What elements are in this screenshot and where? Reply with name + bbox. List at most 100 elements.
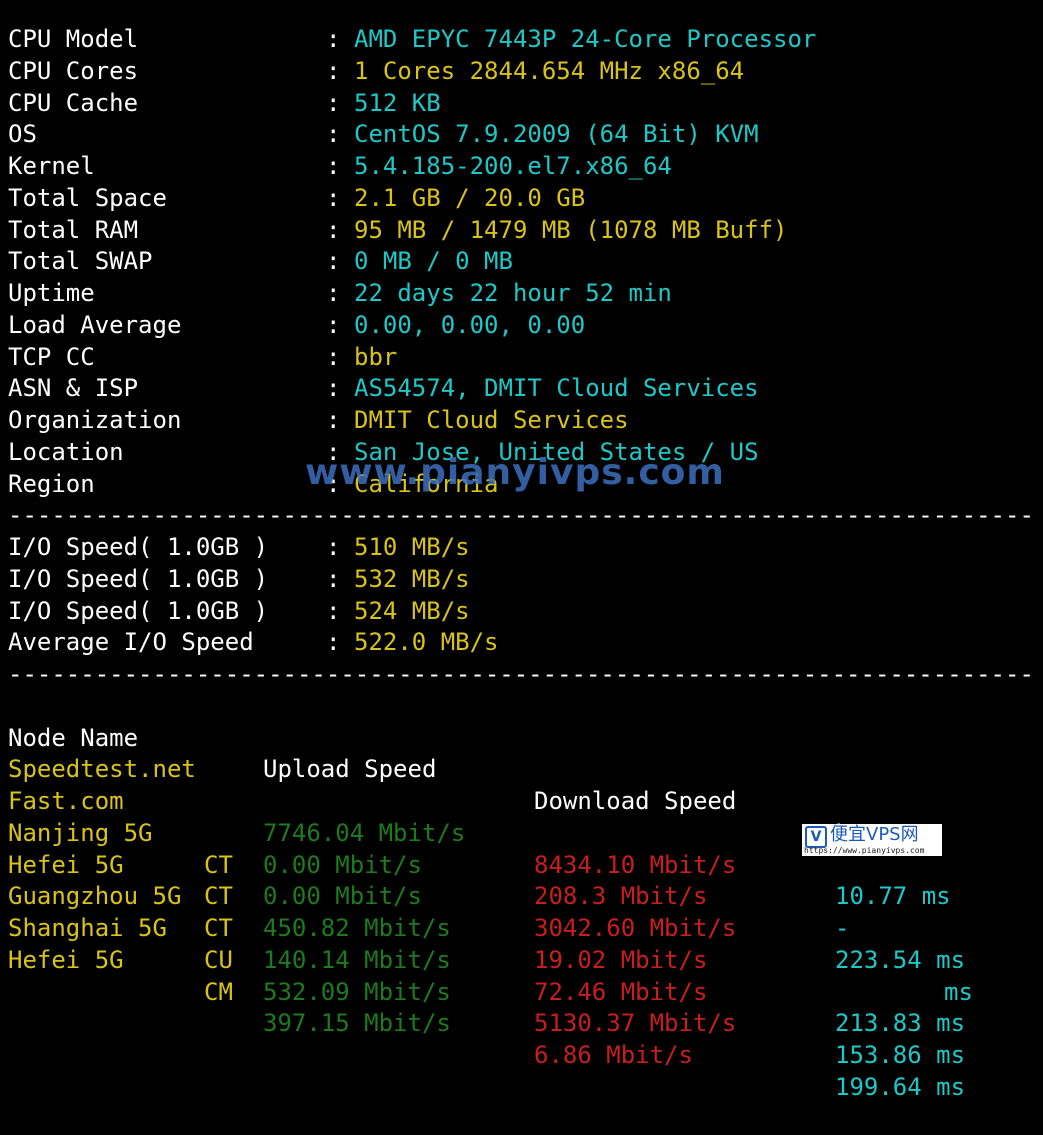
info-row-load-average: Load Average:0.00, 0.00, 0.00 <box>8 310 1038 342</box>
upload-speed: 140.14 Mbit/s <box>263 945 451 974</box>
speedtest-header-row: Node Name Upload Speed Download Speed La… <box>8 691 1038 847</box>
upload-speed: 397.15 Mbit/s <box>263 1009 451 1038</box>
table-row: Speedtest.net 7746.04 Mbit/s 8434.10 Mbi… <box>8 723 1038 910</box>
info-colon: : <box>326 310 341 339</box>
info-label: Load Average <box>8 310 182 339</box>
info-value: 1 Cores 2844.654 MHz x86_64 <box>354 56 745 85</box>
info-label: Total SWAP <box>8 247 153 276</box>
separator-line: ----------------------------------------… <box>8 660 1038 688</box>
download-speed: 5130.37 Mbit/s <box>534 1009 737 1038</box>
info-value: bbr <box>354 342 398 371</box>
info-value: CentOS 7.9.2009 (64 Bit) KVM <box>354 120 759 149</box>
info-row-tcp-cc: TCP CC: bbr <box>8 342 1038 374</box>
download-speed: 19.02 Mbit/s <box>534 945 708 974</box>
info-row-organization: Organization: DMIT Cloud Services <box>8 405 1038 437</box>
info-row-asn-isp: ASN & ISP: AS54574, DMIT Cloud Services <box>8 373 1038 405</box>
info-row-total-ram: Total RAM:95 MB / 1479 MB (1078 MB Buff) <box>8 215 1038 247</box>
node-tag: CU <box>204 945 233 974</box>
table-row: Fast.com 0.00 Mbit/s 208.3 Mbit/s - <box>8 754 1038 942</box>
info-value: 0 MB / 0 MB <box>354 247 513 276</box>
info-row-cpu-model: CPU Model: AMD EPYC 7443P 24-Core Process… <box>8 24 1038 56</box>
node-tag: CM <box>204 977 233 1006</box>
v-logo-icon: V <box>805 826 827 848</box>
info-value: 0.00, 0.00, 0.00 <box>354 310 586 339</box>
io-colon: : <box>326 596 341 625</box>
badge-site-name: 便宜VPS网 <box>830 824 919 845</box>
upload-speed: 532.09 Mbit/s <box>263 977 451 1006</box>
info-colon: : <box>326 406 341 434</box>
info-row-os: OS: CentOS 7.9.2009 (64 Bit) KVM <box>8 119 1038 151</box>
info-colon: : <box>326 152 341 180</box>
info-value: 95 MB / 1479 MB (1078 MB Buff) <box>354 215 788 244</box>
io-label: I/O Speed( 1.0GB ) <box>8 564 269 593</box>
io-colon: : <box>326 564 341 593</box>
io-value: 522.0 MB/s <box>354 628 499 657</box>
info-label: CPU Cores <box>8 56 139 85</box>
info-value: AS54574, DMIT Cloud Services <box>354 374 759 403</box>
info-row-uptime: Uptime:22 days 22 hour 52 min <box>8 278 1038 310</box>
latency: ms <box>944 977 973 1006</box>
info-colon: : <box>326 374 341 403</box>
info-colon: : <box>326 279 341 307</box>
info-value: 2.1 GB / 20.0 GB <box>354 183 586 212</box>
info-value: AMD EPYC 7443P 24-Core Processor <box>354 25 817 53</box>
badge-site-url: https://www.pianyivps.com <box>804 846 925 855</box>
io-label: I/O Speed( 1.0GB ) <box>8 533 269 561</box>
latency: 213.83 ms <box>835 1009 966 1038</box>
info-value: 5.4.185-200.el7.x86_64 <box>354 152 672 180</box>
info-label: Uptime <box>8 279 95 307</box>
latency: 153.86 ms <box>835 1041 966 1069</box>
info-colon: : <box>326 215 341 244</box>
speedtest-table: Node Name Upload Speed Download Speed La… <box>8 691 1038 1101</box>
table-row: Nanjing 5G CT 0.00 Mbit/s 3042.60 Mbit/s… <box>8 786 1038 974</box>
latency: 199.64 ms <box>835 1072 966 1101</box>
watermark-text: www.pianyivps.com <box>305 452 725 493</box>
info-label: CPU Model <box>8 25 139 53</box>
info-value: 512 KB <box>354 88 441 117</box>
latency: 223.54 ms <box>835 945 966 974</box>
io-row: I/O Speed( 1.0GB ):524 MB/s <box>8 596 1038 628</box>
separator-line: ----------------------------------------… <box>8 501 1038 530</box>
info-label: OS <box>8 120 37 149</box>
info-label: ASN & ISP <box>8 374 139 403</box>
io-row-average: Average I/O Speed:522.0 MB/s <box>8 627 1038 659</box>
download-speed: 72.46 Mbit/s <box>534 977 708 1006</box>
info-label: Kernel <box>8 152 95 180</box>
info-colon: : <box>326 342 341 371</box>
info-colon: : <box>326 25 341 53</box>
system-info-section: CPU Model: AMD EPYC 7443P 24-Core Process… <box>8 24 1038 500</box>
table-row: Hefei 5G CM 397.15 Mbit/s 6.86 Mbit/s 19… <box>8 913 1038 1101</box>
io-value: 510 MB/s <box>354 533 470 561</box>
info-value: DMIT Cloud Services <box>354 406 629 434</box>
info-colon: : <box>326 247 341 276</box>
download-speed: 6.86 Mbit/s <box>534 1041 693 1069</box>
io-row: I/O Speed( 1.0GB ):510 MB/s <box>8 532 1038 564</box>
io-value: 524 MB/s <box>354 596 470 625</box>
io-row: I/O Speed( 1.0GB ):532 MB/s <box>8 564 1038 596</box>
info-colon: : <box>326 120 341 149</box>
io-colon: : <box>326 533 341 561</box>
info-label: Region <box>8 469 95 498</box>
info-label: Location <box>8 437 124 466</box>
info-label: TCP CC <box>8 342 95 371</box>
info-row-kernel: Kernel:5.4.185-200.el7.x86_64 <box>8 151 1038 183</box>
info-label: Organization <box>8 406 182 434</box>
info-colon: : <box>326 56 341 85</box>
info-row-total-space: Total Space:2.1 GB / 20.0 GB <box>8 183 1038 215</box>
info-row-cpu-cache: CPU Cache:512 KB <box>8 88 1038 120</box>
info-colon: : <box>326 88 341 117</box>
info-value: 22 days 22 hour 52 min <box>354 279 672 307</box>
info-colon: : <box>326 183 341 212</box>
info-row-cpu-cores: CPU Cores:1 Cores 2844.654 MHz x86_64 <box>8 56 1038 88</box>
table-row: Shanghai 5G CU 532.09 Mbit/s 5130.37 Mbi… <box>8 881 1038 1069</box>
info-label: Total RAM <box>8 215 139 244</box>
io-label: I/O Speed( 1.0GB ) <box>8 596 269 625</box>
io-label: Average I/O Speed <box>8 628 254 657</box>
io-colon: : <box>326 628 341 657</box>
info-row-total-swap: Total SWAP:0 MB / 0 MB <box>8 246 1038 278</box>
info-label: CPU Cache <box>8 88 139 117</box>
io-value: 532 MB/s <box>354 564 470 593</box>
site-badge: V 便宜VPS网 https://www.pianyivps.com <box>802 824 942 856</box>
io-speed-section: I/O Speed( 1.0GB ):510 MB/s I/O Speed( 1… <box>8 532 1038 659</box>
node-name: Hefei 5G <box>8 945 124 974</box>
